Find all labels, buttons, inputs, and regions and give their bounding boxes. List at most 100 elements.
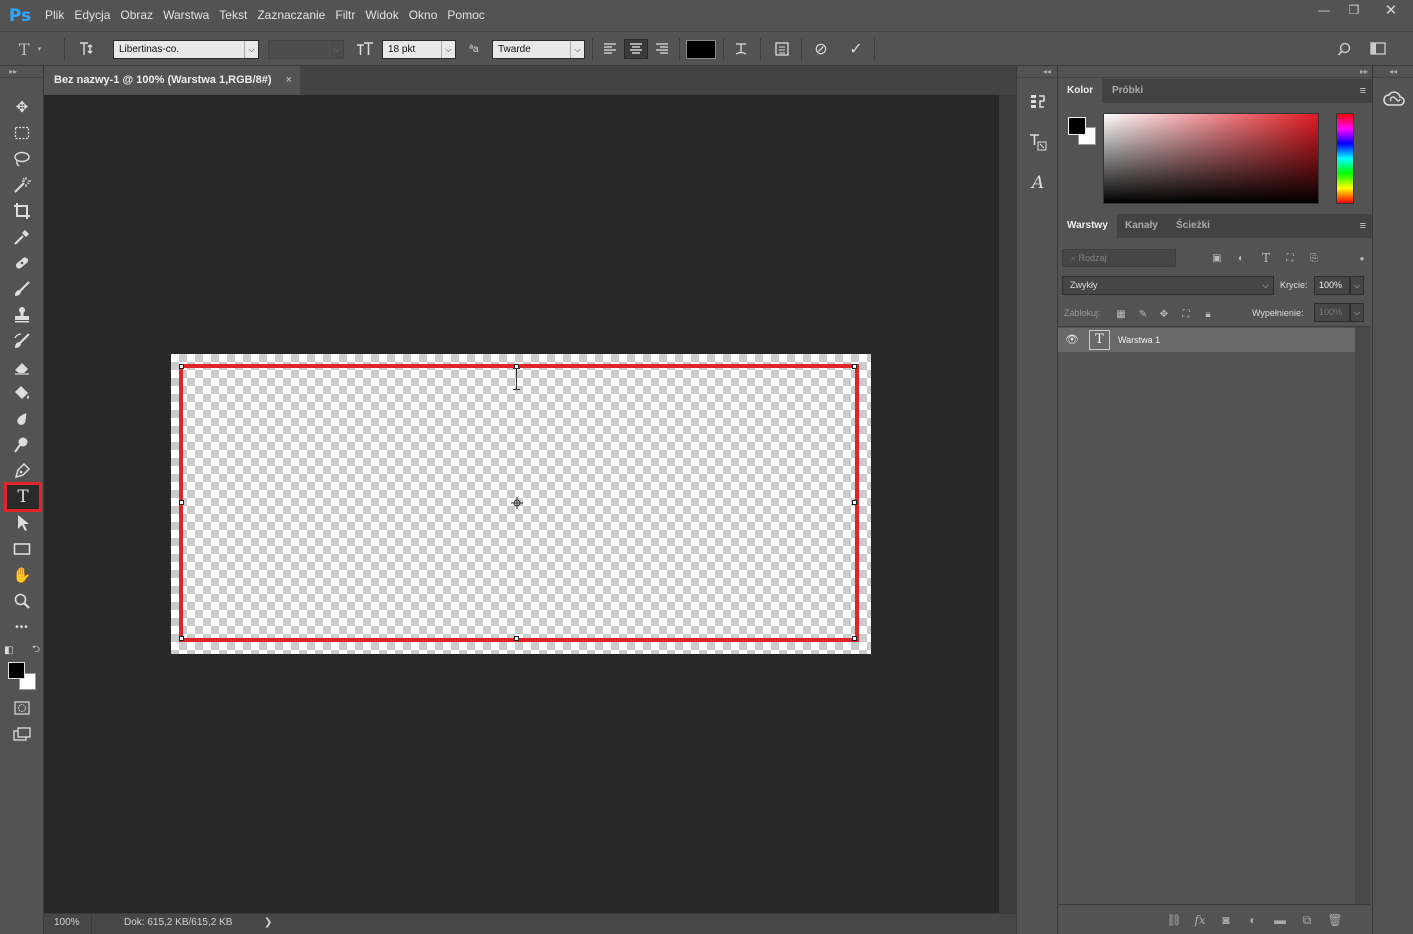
menu-file[interactable]: Plik: [40, 0, 69, 31]
menu-layer[interactable]: Warstwa: [158, 0, 214, 31]
path-selection-tool[interactable]: [8, 511, 36, 535]
tab-swatches[interactable]: Próbki: [1103, 79, 1152, 103]
lock-all-icon[interactable]: 🔒︎: [1200, 306, 1216, 322]
panel-collapse-arrows[interactable]: ▸▸: [1058, 66, 1372, 78]
new-group-icon[interactable]: ▬: [1271, 911, 1289, 929]
panel-collapse-arrows[interactable]: ▸▸: [0, 66, 43, 78]
color-panel-foreground-swatch[interactable]: [1068, 117, 1086, 135]
screen-mode-button[interactable]: [8, 722, 36, 746]
eyedropper-tool[interactable]: [8, 225, 36, 249]
resize-handle-bottom-right[interactable]: [852, 636, 857, 641]
swap-colors-icon[interactable]: ⮌: [32, 642, 40, 659]
layer-name[interactable]: Warstwa 1: [1118, 328, 1160, 352]
layer-row[interactable]: 👁︎ T Warstwa 1: [1058, 328, 1355, 352]
fill-dropdown-arrow[interactable]: ⌵: [1350, 303, 1364, 322]
history-panel-button[interactable]: [1027, 90, 1049, 112]
trash-icon[interactable]: 🗑︎: [1326, 911, 1344, 929]
align-right-button[interactable]: [652, 39, 672, 59]
tab-color[interactable]: Kolor: [1058, 79, 1103, 103]
zoom-tool[interactable]: [8, 589, 36, 613]
filter-toggle-icon[interactable]: ●: [1354, 249, 1370, 267]
eye-icon[interactable]: 👁︎: [1064, 332, 1080, 348]
menu-window[interactable]: Okno: [404, 0, 443, 31]
link-layers-icon[interactable]: ⛓: [1165, 911, 1183, 929]
tab-layers[interactable]: Warstwy: [1058, 214, 1117, 238]
character-panel-button[interactable]: [771, 39, 793, 59]
layer-style-fx-icon[interactable]: fx: [1191, 911, 1209, 929]
anti-alias-select[interactable]: Twarde ⌵: [492, 40, 585, 59]
filter-smart-object-icon[interactable]: ⎘: [1306, 249, 1322, 267]
crop-tool[interactable]: [8, 199, 36, 223]
default-colors-icon[interactable]: ◧: [4, 645, 13, 656]
color-picker-field[interactable]: [1103, 113, 1319, 204]
marquee-tool[interactable]: [8, 121, 36, 145]
text-color-swatch[interactable]: [686, 40, 716, 59]
workspace-switcher-button[interactable]: [1367, 39, 1391, 59]
document-canvas[interactable]: [171, 354, 871, 654]
align-center-button[interactable]: [624, 39, 648, 59]
hue-slider[interactable]: [1336, 113, 1354, 204]
history-brush-tool[interactable]: [8, 329, 36, 353]
maximize-button[interactable]: ❐: [1339, 0, 1369, 20]
quick-mask-button[interactable]: [8, 696, 36, 720]
add-mask-icon[interactable]: ◙: [1217, 911, 1235, 929]
paint-bucket-tool[interactable]: [8, 381, 36, 405]
tool-preset-picker[interactable]: T ▾: [10, 39, 50, 59]
paragraph-styles-button[interactable]: [1027, 131, 1049, 153]
resize-handle-left[interactable]: [179, 500, 184, 505]
menu-filter[interactable]: Filtr: [330, 0, 360, 31]
blend-mode-select[interactable]: Zwykły ⌵: [1062, 276, 1274, 295]
hand-tool[interactable]: ✋: [8, 563, 36, 587]
tab-channels[interactable]: Kanały: [1116, 214, 1167, 238]
filter-shape-icon[interactable]: ⛶: [1282, 249, 1298, 267]
pen-tool[interactable]: [8, 459, 36, 483]
commit-edit-button[interactable]: ✓: [845, 39, 867, 59]
filter-adjustment-icon[interactable]: ◐: [1233, 249, 1249, 267]
lasso-tool[interactable]: [8, 147, 36, 171]
clone-stamp-tool[interactable]: [8, 303, 36, 327]
align-left-button[interactable]: [600, 39, 620, 59]
menu-view[interactable]: Widok: [360, 0, 403, 31]
magic-wand-tool[interactable]: [8, 173, 36, 197]
cancel-edit-button[interactable]: ⊘: [810, 39, 832, 59]
adjustment-layer-icon[interactable]: ◐: [1244, 911, 1262, 929]
opacity-dropdown-arrow[interactable]: ⌵: [1350, 276, 1364, 295]
blur-tool[interactable]: [8, 407, 36, 431]
search-button[interactable]: [1334, 39, 1354, 59]
character-panel-button[interactable]: A: [1027, 172, 1049, 194]
new-layer-icon[interactable]: ⧉: [1298, 911, 1316, 929]
layers-scrollbar[interactable]: [1355, 327, 1370, 905]
lock-transparent-icon[interactable]: ▦: [1113, 306, 1129, 322]
eraser-tool[interactable]: [8, 355, 36, 379]
menu-type[interactable]: Tekst: [214, 0, 252, 31]
filter-type-icon[interactable]: T: [1258, 249, 1274, 267]
lock-position-icon[interactable]: ✥: [1156, 306, 1172, 322]
rectangle-tool[interactable]: [8, 537, 36, 561]
filter-pixel-icon[interactable]: ▣: [1209, 249, 1225, 267]
status-menu-arrow-icon[interactable]: ❯: [264, 914, 272, 932]
canvas-workspace[interactable]: [44, 95, 999, 913]
font-family-select[interactable]: Libertinas-co. ⌵: [113, 40, 259, 59]
toggle-text-orientation-button[interactable]: [76, 39, 98, 59]
canvas-vertical-scrollbar[interactable]: [999, 95, 1016, 913]
tab-paths[interactable]: Ścieżki: [1167, 214, 1219, 238]
opacity-input[interactable]: 100%: [1314, 276, 1350, 295]
menu-help[interactable]: Pomoc: [442, 0, 489, 31]
layer-filter-search[interactable]: ⌕ Rodzaj: [1062, 249, 1176, 267]
resize-handle-top-left[interactable]: [179, 364, 184, 369]
document-tab[interactable]: Bez nazwy-1 @ 100% (Warstwa 1,RGB/8#) ×: [44, 66, 300, 95]
dodge-tool[interactable]: [8, 433, 36, 457]
close-tab-icon[interactable]: ×: [286, 66, 292, 95]
font-style-select[interactable]: ⌵: [268, 40, 344, 59]
more-tools-button[interactable]: •••: [8, 615, 36, 639]
resize-handle-bottom[interactable]: [514, 636, 519, 641]
healing-brush-tool[interactable]: [8, 251, 36, 275]
minimize-button[interactable]: —: [1309, 0, 1339, 20]
resize-handle-bottom-left[interactable]: [179, 636, 184, 641]
zoom-level-field[interactable]: 100%: [44, 914, 92, 934]
resize-handle-right[interactable]: [852, 500, 857, 505]
panel-menu-icon[interactable]: ≡: [1360, 220, 1366, 232]
menu-edit[interactable]: Edycja: [69, 0, 115, 31]
move-tool[interactable]: ✥: [8, 95, 36, 119]
lock-pixels-icon[interactable]: ✎: [1135, 306, 1151, 322]
